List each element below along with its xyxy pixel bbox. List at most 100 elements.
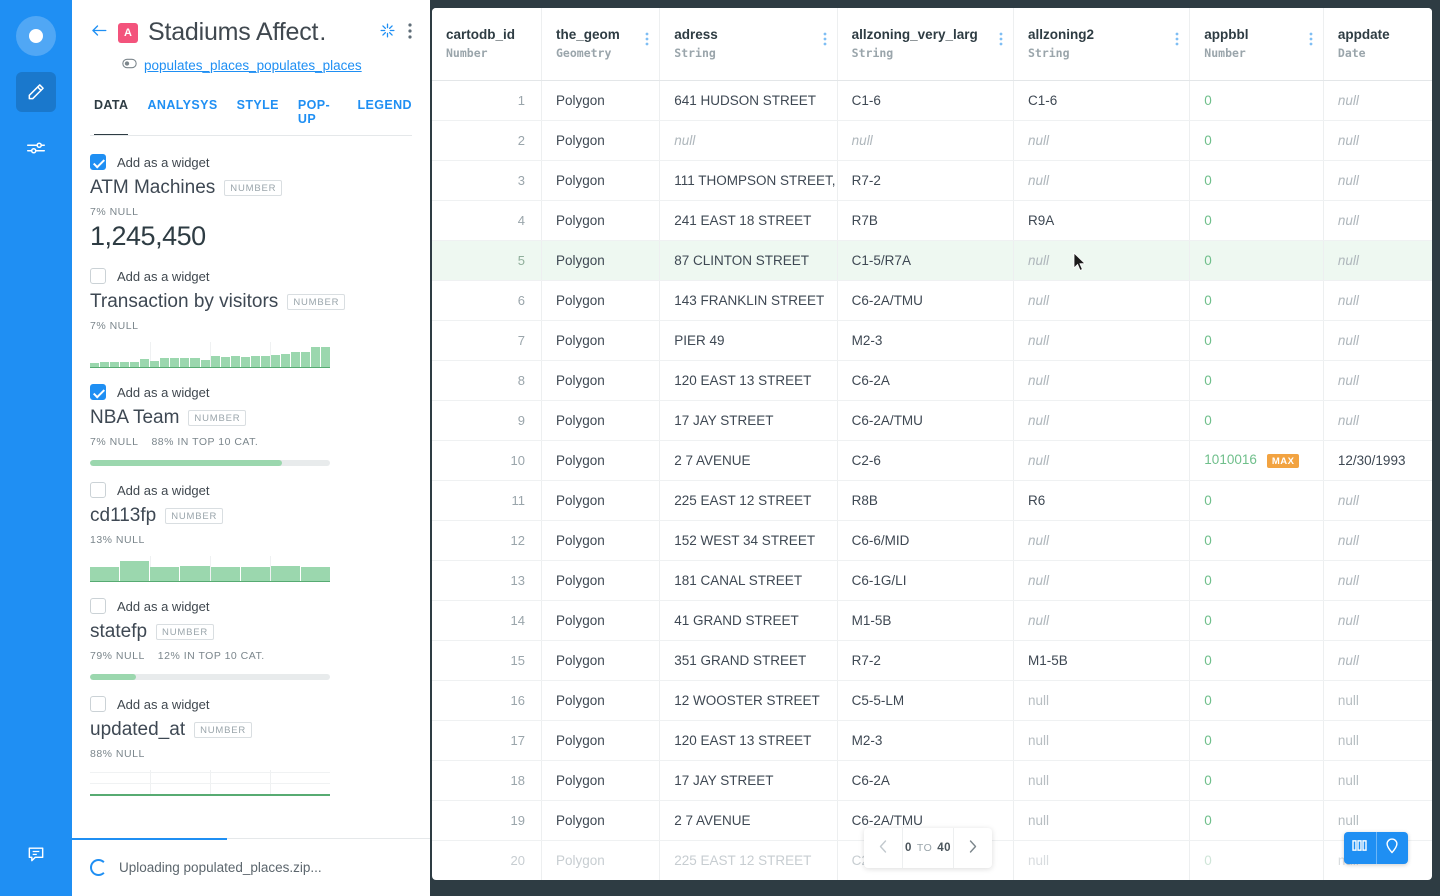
widget-checkbox-row[interactable]: Add as a widget — [90, 598, 412, 614]
cell-appbbl[interactable]: 0 — [1190, 200, 1324, 240]
widget-checkbox-row[interactable]: Add as a widget — [90, 384, 412, 400]
cell-the-geom[interactable]: Polygon — [542, 760, 660, 800]
cell-the-geom[interactable]: Polygon — [542, 400, 660, 440]
cell-appdate[interactable]: null — [1323, 520, 1432, 560]
table-row[interactable]: 1Polygon641 HUDSON STREETC1-6C1-60null36… — [432, 80, 1432, 120]
column-header[interactable]: allzoning2String — [1013, 8, 1189, 80]
cell-appbbl[interactable]: 0 — [1190, 120, 1324, 160]
cell-appbbl[interactable]: 0 — [1190, 600, 1324, 640]
table-row[interactable]: 8Polygon120 EAST 13 STREETC6-2Anull0null… — [432, 360, 1432, 400]
cell-allzoning-very-larg[interactable]: C6-2A/TMU — [837, 280, 1013, 320]
cell-the-geom[interactable]: Polygon — [542, 80, 660, 120]
cell-the-geom[interactable]: Polygon — [542, 680, 660, 720]
widget-add-checkbox[interactable] — [90, 268, 106, 284]
cell-adress[interactable]: 17 JAY STREET — [660, 400, 837, 440]
cell-allzoning2[interactable]: null — [1013, 360, 1189, 400]
cell-appbbl[interactable]: 0 — [1190, 240, 1324, 280]
cell-appbbl[interactable]: 0 — [1190, 80, 1324, 120]
cell-appbbl[interactable]: 0 — [1190, 520, 1324, 560]
cell-adress[interactable]: 143 FRANKLIN STREET — [660, 280, 837, 320]
cell-appbbl[interactable]: 0 — [1190, 640, 1324, 680]
cell-allzoning2[interactable]: null — [1013, 840, 1189, 880]
table-row[interactable]: 9Polygon17 JAY STREETC6-2A/TMUnull0null1… — [432, 400, 1432, 440]
widget-checkbox-row[interactable]: Add as a widget — [90, 482, 412, 498]
column-header[interactable]: cartodb_idNumber — [432, 8, 542, 80]
cell-appbbl[interactable]: 0 — [1190, 280, 1324, 320]
cell-adress[interactable]: 12 WOOSTER STREET — [660, 680, 837, 720]
cell-allzoning2[interactable]: null — [1013, 120, 1189, 160]
cell-allzoning2[interactable]: null — [1013, 680, 1189, 720]
cell-allzoning-very-larg[interactable]: M1-5B — [837, 600, 1013, 640]
cell-allzoning-very-larg[interactable]: C6-2A — [837, 760, 1013, 800]
cell-the-geom[interactable]: Polygon — [542, 520, 660, 560]
table-row[interactable]: 6Polygon143 FRANKLIN STREETC6-2A/TMUnull… — [432, 280, 1432, 320]
cell-the-geom[interactable]: Polygon — [542, 480, 660, 520]
column-menu-icon[interactable] — [999, 32, 1003, 48]
cell-adress[interactable]: 87 CLINTON STREET — [660, 240, 837, 280]
cell-appbbl[interactable]: 0 — [1190, 560, 1324, 600]
cell-the-geom[interactable]: Polygon — [542, 600, 660, 640]
widget-checkbox-row[interactable]: Add as a widget — [90, 154, 412, 170]
cell-allzoning-very-larg[interactable]: R7-2 — [837, 640, 1013, 680]
table-row[interactable]: 10Polygon2 7 AVENUEC2-6null1010016MAX12/… — [432, 440, 1432, 480]
app-logo-icon[interactable] — [16, 16, 56, 56]
cell-allzoning-very-larg[interactable]: M2-3 — [837, 320, 1013, 360]
table-row[interactable]: 12Polygon152 WEST 34 STREETC6-6/MIDnull0… — [432, 520, 1432, 560]
cell-allzoning2[interactable]: R6 — [1013, 480, 1189, 520]
pagination-control[interactable]: 0 TO 40 — [864, 828, 992, 868]
tab-data[interactable]: DATA — [94, 98, 128, 136]
back-arrow-icon[interactable] — [90, 23, 108, 42]
table-row[interactable]: 16Polygon12 WOOSTER STREETC5-5-LMnull0nu… — [432, 680, 1432, 720]
column-menu-icon[interactable] — [1175, 32, 1179, 48]
table-row[interactable]: 14Polygon41 GRAND STREETM1-5Bnull0null86… — [432, 600, 1432, 640]
dataset-name-link[interactable]: populates_places_populates_places — [144, 58, 362, 73]
cell-the-geom[interactable]: Polygon — [542, 240, 660, 280]
cell-allzoning2[interactable]: null — [1013, 400, 1189, 440]
sidebar-item-settings[interactable] — [16, 128, 56, 168]
widget-checkbox-row[interactable]: Add as a widget — [90, 268, 412, 284]
cell-the-geom[interactable]: Polygon — [542, 560, 660, 600]
table-row[interactable]: 17Polygon120 EAST 13 STREETM2-3null0null… — [432, 720, 1432, 760]
cell-adress[interactable]: 351 GRAND STREET — [660, 640, 837, 680]
sidebar-item-edit[interactable] — [16, 72, 56, 112]
cell-appdate[interactable]: null — [1323, 680, 1432, 720]
table-row[interactable]: 2Polygonnullnullnull0null0 — [432, 120, 1432, 160]
cell-allzoning2[interactable]: null — [1013, 760, 1189, 800]
cell-the-geom[interactable]: Polygon — [542, 840, 660, 880]
table-row[interactable]: 15Polygon351 GRAND STREETR7-2M1-5B0null7… — [432, 640, 1432, 680]
kebab-menu-icon[interactable] — [408, 23, 412, 42]
cell-appdate[interactable]: null — [1323, 200, 1432, 240]
cell-allzoning-very-larg[interactable]: M2-3 — [837, 720, 1013, 760]
tab-legend[interactable]: LEGEND — [358, 98, 413, 136]
cell-allzoning-very-larg[interactable]: null — [837, 120, 1013, 160]
cell-adress[interactable]: 181 CANAL STREET — [660, 560, 837, 600]
table-row[interactable]: 18Polygon17 JAY STREETC6-2Anull0null2137… — [432, 760, 1432, 800]
cell-allzoning2[interactable]: null — [1013, 240, 1189, 280]
table-row[interactable]: 5Polygon87 CLINTON STREETC1-5/R7Anull0nu… — [432, 240, 1432, 280]
cell-adress[interactable]: 225 EAST 12 STREET — [660, 480, 837, 520]
cell-allzoning2[interactable]: null — [1013, 560, 1189, 600]
cell-appbbl[interactable]: 0 — [1190, 480, 1324, 520]
view-toggle[interactable] — [1344, 832, 1408, 864]
cell-appdate[interactable]: null — [1323, 80, 1432, 120]
table-row[interactable]: 11Polygon225 EAST 12 STREETR8BR60null986… — [432, 480, 1432, 520]
cell-allzoning-very-larg[interactable]: C1-5/R7A — [837, 240, 1013, 280]
table-row[interactable]: 7PolygonPIER 49M2-3null0null41400 — [432, 320, 1432, 360]
view-toggle-map[interactable] — [1376, 832, 1408, 864]
column-menu-icon[interactable] — [823, 32, 827, 48]
cell-appdate[interactable]: null — [1323, 280, 1432, 320]
cell-appdate[interactable]: null — [1323, 160, 1432, 200]
column-header[interactable]: the_geomGeometry — [542, 8, 660, 80]
cell-allzoning-very-larg[interactable]: C6-1G/LI — [837, 560, 1013, 600]
cell-allzoning-very-larg[interactable]: C6-2A — [837, 360, 1013, 400]
cell-allzoning-very-larg[interactable]: R7-2 — [837, 160, 1013, 200]
cell-adress[interactable]: PIER 49 — [660, 320, 837, 360]
table-row[interactable]: 4Polygon241 EAST 18 STREETR7BR9A0null744… — [432, 200, 1432, 240]
cell-adress[interactable]: 641 HUDSON STREET — [660, 80, 837, 120]
cell-allzoning-very-larg[interactable]: R8B — [837, 480, 1013, 520]
cell-appbbl[interactable]: 0 — [1190, 160, 1324, 200]
cell-the-geom[interactable]: Polygon — [542, 320, 660, 360]
column-header[interactable]: adressString — [660, 8, 837, 80]
cell-appbbl[interactable]: 0 — [1190, 800, 1324, 840]
cell-adress[interactable]: 41 GRAND STREET — [660, 600, 837, 640]
